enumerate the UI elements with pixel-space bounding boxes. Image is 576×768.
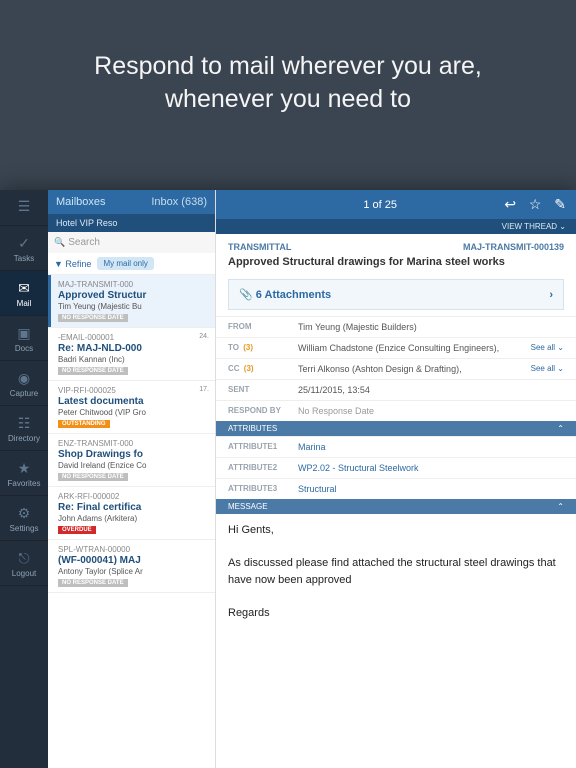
field-label: SENT [228,385,298,395]
attachments-bar[interactable]: 📎 6 Attachments › [228,279,564,310]
mailboxes-link[interactable]: Mailboxes [56,196,106,208]
field-value: William Chadstone (Enzice Consulting Eng… [298,343,531,353]
camera-icon: ◉ [2,370,46,387]
mail-header[interactable]: Mailboxes Inbox (638) [48,190,215,214]
message-subject: Approved Structural drawings for Marina … [228,256,564,268]
field-value: WP2.02 - Structural Steelwork [298,463,564,473]
view-thread-button[interactable]: VIEW THREAD ⌄ [216,219,576,234]
field-label: ATTRIBUTE2 [228,463,298,473]
list-item[interactable]: 17.VIP-RFI-000025Latest documentaPeter C… [48,381,215,434]
field-value: Structural [298,484,564,494]
nav-label: Settings [10,524,39,533]
field-label: FROM [228,322,298,332]
field-value: 25/11/2015, 13:54 [298,385,564,395]
see-all-link[interactable]: See all ⌄ [531,364,564,374]
chevron-up-icon: ⌃ [557,424,564,433]
inbox-count: Inbox (638) [151,196,207,208]
nav-docs[interactable]: ▣ Docs [0,316,48,361]
field-label: ATTRIBUTE1 [228,442,298,452]
chevron-up-icon: ⌃ [557,502,564,511]
message-detail: 1 of 25 ↩ ☆ ✎ VIEW THREAD ⌄ TRANSMITTAL … [216,190,576,768]
left-nav: ☰ ✓ Tasks ✉ Mail ▣ Docs ◉ Capture ☷ Directory… [0,190,48,768]
field-label: RESPOND BY [228,406,298,416]
position-indicator: 1 of 25 [266,199,494,211]
app-window: ☰ ✓ Tasks ✉ Mail ▣ Docs ◉ Capture ☷ Directory… [0,190,576,768]
list-item[interactable]: SPL-WTRAN-00000(WF-000041) MAJAntony Tay… [48,540,215,593]
logout-icon: ⎋ [2,550,46,567]
doc-type: TRANSMITTAL [228,242,291,252]
stack-icon: ☰ [2,198,46,215]
list-item[interactable]: MAJ-TRANSMIT-000Approved StructurTim Yeu… [48,275,215,328]
filter-bar: ▼ Refine My mail only [48,253,215,275]
reply-icon[interactable]: ↩ [504,196,516,212]
refine-link[interactable]: ▼ Refine [54,259,91,269]
check-icon: ✓ [2,235,46,252]
nav-settings[interactable]: ⚙ Settings [0,496,48,541]
message-list-panel: Mailboxes Inbox (638) Hotel VIP Reso Sea… [48,190,216,768]
attributes-header[interactable]: ATTRIBUTES⌃ [216,421,576,436]
nav-capture[interactable]: ◉ Capture [0,361,48,406]
messages-container: MAJ-TRANSMIT-000Approved StructurTim Yeu… [48,275,215,593]
message-body: Hi Gents, As discussed please find attac… [216,514,576,629]
filter-pill[interactable]: My mail only [97,257,153,270]
nav-label: Directory [8,434,40,443]
list-item[interactable]: ENZ-TRANSMIT-000Shop Drawings foDavid Ir… [48,434,215,487]
docs-icon: ▣ [2,325,46,342]
star-icon: ★ [2,460,46,477]
doc-ref: MAJ-TRANSMIT-000139 [463,242,564,252]
hero-caption: Respond to mail wherever you are, whenev… [0,0,576,145]
chevron-right-icon: › [549,289,553,301]
detail-toolbar: 1 of 25 ↩ ☆ ✎ [216,190,576,219]
nav-label: Docs [15,344,33,353]
compose-icon[interactable]: ✎ [554,196,566,212]
project-subheader: Hotel VIP Reso [48,214,215,232]
nav-directory[interactable]: ☷ Directory [0,406,48,451]
list-item[interactable]: ARK-RFI-000002Re: Final certificaJohn Ad… [48,487,215,540]
mail-icon: ✉ [2,280,46,297]
search-input[interactable]: Search [48,232,215,253]
field-label: ATTRIBUTE3 [228,484,298,494]
field-value: No Response Date [298,406,564,416]
nav-label: Mail [17,299,32,308]
nav-label: Favorites [8,479,41,488]
message-header[interactable]: MESSAGE⌃ [216,499,576,514]
field-value: Marina [298,442,564,452]
nav-tasks[interactable]: ✓ Tasks [0,226,48,271]
field-value: Tim Yeung (Majestic Builders) [298,322,564,332]
nav-label: Capture [10,389,38,398]
star-icon[interactable]: ☆ [529,196,542,212]
see-all-link[interactable]: See all ⌄ [531,343,564,353]
nav-label: Logout [12,569,36,578]
nav-mail[interactable]: ✉ Mail [0,271,48,316]
gear-icon: ⚙ [2,505,46,522]
nav-logout[interactable]: ⎋ Logout [0,541,48,586]
nav-favorites[interactable]: ★ Favorites [0,451,48,496]
grid-icon: ☷ [2,415,46,432]
nav-label: Tasks [14,254,34,263]
list-item[interactable]: 24.-EMAIL-000001Re: MAJ-NLD-000 Badri Ka… [48,328,215,381]
field-value: Terri Alkonso (Ashton Design & Drafting)… [298,364,531,374]
